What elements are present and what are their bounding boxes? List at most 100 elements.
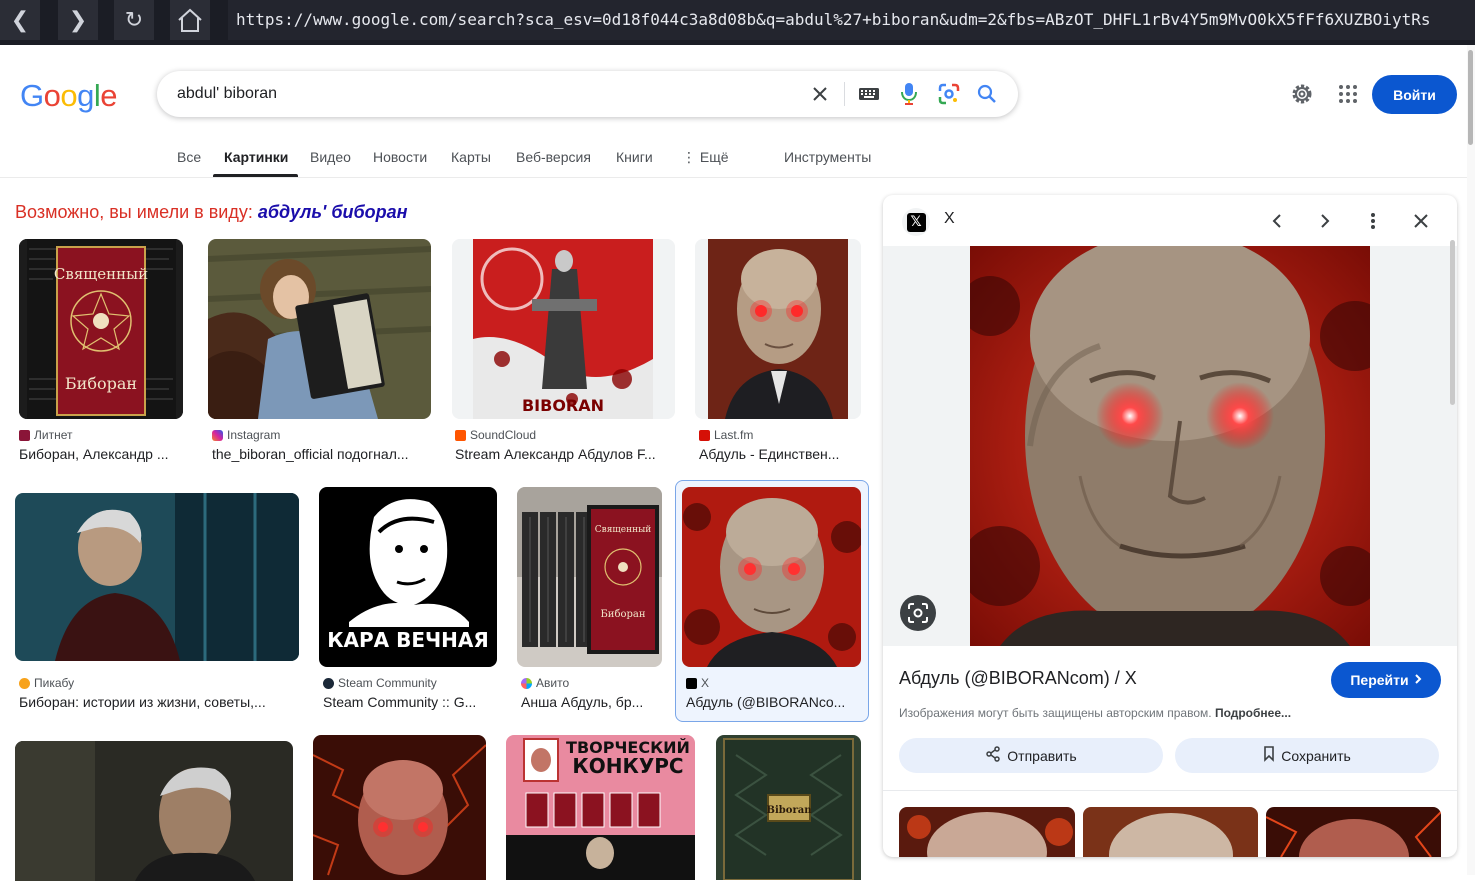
related-image[interactable] bbox=[899, 807, 1075, 857]
save-button[interactable]: Сохранить bbox=[1175, 738, 1439, 773]
result-source[interactable]: Пикабу bbox=[19, 676, 74, 690]
result-caption[interactable]: Биборан: истории из жизни, советы,... bbox=[19, 694, 299, 710]
svg-text:КАРА ВЕЧНАЯ: КАРА ВЕЧНАЯ bbox=[327, 628, 489, 652]
more-options-icon[interactable] bbox=[1358, 206, 1388, 236]
favicon-icon bbox=[323, 677, 334, 689]
tab-web[interactable]: Веб-версия bbox=[516, 140, 591, 178]
result-thumbnail[interactable] bbox=[208, 239, 431, 419]
tab-images[interactable]: Картинки bbox=[224, 140, 288, 178]
tab-tools[interactable]: Инструменты bbox=[784, 140, 871, 178]
tab-video[interactable]: Видео bbox=[310, 140, 351, 178]
related-image[interactable] bbox=[1266, 807, 1441, 857]
result-thumbnail[interactable] bbox=[15, 493, 299, 661]
header-divider bbox=[0, 177, 1475, 178]
result-caption[interactable]: Абдуль (@BIBORANco... bbox=[686, 694, 861, 710]
save-label: Сохранить bbox=[1281, 747, 1351, 764]
panel-divider bbox=[883, 790, 1457, 791]
did-you-mean-link[interactable]: абдуль' биборан bbox=[258, 202, 408, 222]
result-thumbnail-selected[interactable] bbox=[682, 487, 861, 667]
bookmark-icon bbox=[1263, 746, 1275, 765]
result-thumbnail[interactable]: КАРА ВЕЧНАЯ bbox=[319, 487, 497, 667]
preview-image[interactable] bbox=[970, 246, 1370, 646]
close-icon[interactable] bbox=[1406, 206, 1436, 236]
result-thumbnail[interactable]: BIBORAN bbox=[452, 239, 675, 419]
google-logo[interactable]: Google bbox=[20, 78, 118, 114]
search-icon[interactable] bbox=[971, 71, 1003, 117]
panel-title[interactable]: Абдуль (@BIBORANcom) / X bbox=[899, 668, 1137, 689]
result-thumbnail[interactable] bbox=[313, 735, 486, 880]
svg-text:Biboran: Biboran bbox=[767, 805, 813, 816]
svg-text:КОНКУРС: КОНКУРС bbox=[572, 754, 683, 778]
home-icon[interactable] bbox=[170, 0, 210, 40]
apps-grid-icon[interactable] bbox=[1334, 80, 1362, 108]
sign-in-button[interactable]: Войти bbox=[1372, 75, 1457, 114]
source-name: Steam Community bbox=[338, 676, 437, 690]
favicon-icon bbox=[212, 429, 223, 441]
related-image[interactable] bbox=[1083, 807, 1258, 857]
next-icon[interactable] bbox=[1310, 206, 1340, 236]
result-caption[interactable]: Stream Александр Абдулов F... bbox=[455, 446, 675, 462]
result-source[interactable]: Instagram bbox=[212, 428, 280, 442]
svg-text:Биборан: Биборан bbox=[600, 609, 645, 620]
result-source[interactable]: Литнет bbox=[19, 428, 72, 442]
back-icon[interactable]: ❮ bbox=[0, 0, 40, 40]
image-preview-panel: 𝕏 X Абдуль (@BIBORANcom) / X Перейти Изо… bbox=[883, 195, 1457, 857]
result-thumbnail[interactable]: Священный Биборан bbox=[517, 487, 662, 667]
did-you-mean: Возможно, вы имели в виду: абдуль' бибор… bbox=[15, 202, 407, 223]
tab-news[interactable]: Новости bbox=[373, 140, 427, 178]
visual-search-icon[interactable] bbox=[900, 595, 936, 631]
result-caption[interactable]: Steam Community :: G... bbox=[323, 694, 493, 710]
search-divider bbox=[844, 82, 845, 106]
settings-gear-icon[interactable] bbox=[1288, 80, 1316, 108]
copyright-notice: Изображения могут быть защищены авторски… bbox=[899, 706, 1291, 720]
result-thumbnail[interactable]: Священный Биборан bbox=[19, 239, 183, 419]
result-source[interactable]: SoundCloud bbox=[455, 428, 536, 442]
page-scrollbar-thumb[interactable] bbox=[1468, 50, 1473, 145]
clear-icon[interactable] bbox=[804, 71, 836, 117]
page-scrollbar-track[interactable] bbox=[1467, 45, 1475, 875]
keyboard-icon[interactable] bbox=[853, 71, 885, 117]
forward-icon[interactable]: ❯ bbox=[58, 0, 98, 40]
share-button[interactable]: Отправить bbox=[899, 738, 1163, 773]
source-name: Авито bbox=[536, 676, 570, 690]
panel-site-name[interactable]: X bbox=[944, 210, 955, 228]
svg-text:Священный: Священный bbox=[595, 525, 651, 535]
url-bar[interactable]: https://www.google.com/search?sca_esv=0d… bbox=[228, 0, 1475, 40]
result-caption[interactable]: the_biboran_official подогнал... bbox=[212, 446, 432, 462]
result-thumbnail[interactable]: Biboran bbox=[716, 735, 861, 880]
copyright-text: Изображения могут быть защищены авторски… bbox=[899, 706, 1212, 720]
search-tabs: Все Картинки Видео Новости Карты Веб-вер… bbox=[0, 140, 1475, 178]
result-thumbnail[interactable] bbox=[15, 741, 293, 881]
visit-button[interactable]: Перейти bbox=[1331, 662, 1441, 698]
result-source[interactable]: Last.fm bbox=[699, 428, 753, 442]
tab-all[interactable]: Все bbox=[177, 140, 201, 178]
result-caption[interactable]: Анша Абдуль, бр... bbox=[521, 694, 661, 710]
source-name: Пикабу bbox=[34, 676, 75, 690]
result-caption[interactable]: Абдуль - Единствен... bbox=[699, 446, 859, 462]
reload-icon[interactable]: ↻ bbox=[114, 0, 154, 40]
svg-text:Биборан: Биборан bbox=[65, 374, 137, 393]
site-favicon: 𝕏 bbox=[902, 208, 930, 236]
browser-toolbar: ❮ ❯ ↻ https://www.google.com/search?sca_… bbox=[0, 0, 1475, 45]
search-input[interactable]: abdul' biboran bbox=[177, 71, 277, 117]
result-source[interactable]: X bbox=[686, 676, 709, 690]
result-thumbnail[interactable] bbox=[695, 239, 861, 419]
microphone-icon[interactable] bbox=[893, 71, 925, 117]
source-name: Instagram bbox=[227, 428, 281, 442]
google-lens-icon[interactable] bbox=[933, 71, 965, 117]
search-box[interactable]: abdul' biboran bbox=[157, 71, 1018, 117]
panel-scrollbar[interactable] bbox=[1450, 240, 1455, 405]
tab-books[interactable]: Книги bbox=[616, 140, 653, 178]
tab-more[interactable]: ⋮ Ещё bbox=[682, 140, 729, 178]
result-thumbnail[interactable]: ТВОРЧЕСКИЙ КОНКУРС bbox=[506, 735, 695, 880]
learn-more-link[interactable]: Подробнее... bbox=[1215, 706, 1291, 720]
previous-icon[interactable] bbox=[1262, 206, 1292, 236]
result-source[interactable]: Авито bbox=[521, 676, 569, 690]
favicon-icon bbox=[19, 677, 30, 689]
result-source[interactable]: Steam Community bbox=[323, 676, 437, 690]
svg-text:Священный: Священный bbox=[54, 265, 148, 283]
result-caption[interactable]: Биборан, Александр ... bbox=[19, 446, 189, 462]
did-you-mean-prefix: Возможно, вы имели в виду: bbox=[15, 202, 253, 222]
tab-maps[interactable]: Карты bbox=[451, 140, 491, 178]
favicon-icon bbox=[19, 429, 30, 441]
